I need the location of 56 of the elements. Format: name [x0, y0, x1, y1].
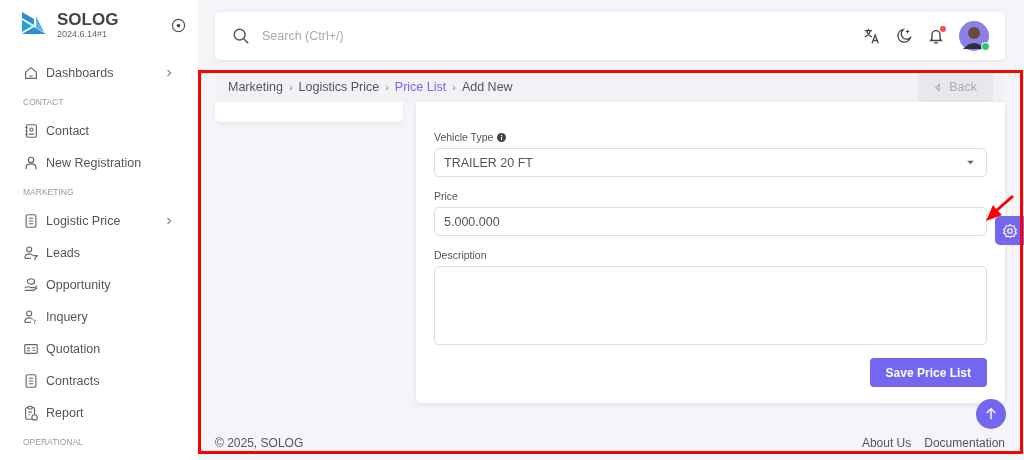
gear-icon: [1001, 222, 1018, 239]
footer-link[interactable]: Documentation: [924, 436, 1005, 450]
bell-icon[interactable]: [927, 27, 945, 45]
sidebar-item[interactable]: Contracts: [0, 365, 198, 397]
section-heading: OPERATIONAL: [22, 436, 84, 449]
person-filter-icon: [23, 245, 39, 261]
scroll-top-button[interactable]: [976, 399, 1006, 429]
breadcrumb-item: Logistics Price: [298, 80, 380, 94]
footer-link[interactable]: About Us: [861, 436, 912, 450]
sidebar-item[interactable]: Opportunity: [0, 269, 198, 301]
chevron-right-icon: [164, 216, 174, 226]
breadcrumb-link[interactable]: Price List: [394, 80, 447, 94]
sidebar-item[interactable]: Logistic Price: [0, 205, 198, 237]
sidebar-toggle-icon[interactable]: [171, 17, 186, 33]
field-label: Description: [434, 249, 487, 261]
search-icon: [232, 27, 250, 45]
card-icon: [23, 341, 39, 357]
section-heading: CONTACT: [22, 96, 65, 109]
hand-coin-icon: [23, 277, 39, 293]
version-text: 2024.6.14#1: [57, 29, 109, 39]
copyright-text: © 2025, SOLOG: [215, 436, 304, 450]
breadcrumb-separator: ›: [452, 81, 456, 93]
breadcrumb-separator: ›: [385, 81, 389, 93]
vehicle-type-select[interactable]: TRAILER 20 FT: [434, 148, 987, 177]
caret-down-icon: [966, 160, 975, 165]
sidebar-item[interactable]: Inquery: [0, 301, 198, 333]
save-button[interactable]: Save Price List: [869, 358, 987, 387]
settings-button[interactable]: [995, 216, 1024, 245]
sidebar-item[interactable]: Dashboards: [0, 57, 198, 89]
breadcrumb-separator: ›: [288, 81, 293, 93]
breadcrumb-item: Add New: [461, 80, 513, 94]
document-icon: [23, 213, 39, 229]
chevron-right-icon: [164, 68, 174, 78]
home-icon: [23, 65, 39, 81]
sidebar-item[interactable]: Quotation: [0, 333, 198, 365]
clipboard-clock-icon: [23, 405, 39, 421]
sidebar-item[interactable]: New Registration: [0, 147, 198, 179]
caret-left-icon: [934, 82, 942, 92]
person-question-icon: [23, 309, 39, 325]
sidebar-item[interactable]: Contact: [0, 115, 198, 147]
address-book-icon: [23, 123, 39, 139]
breadcrumb-item: Marketing: [228, 80, 283, 94]
price-input[interactable]: 5.000.000: [434, 207, 987, 236]
sidebar-item[interactable]: Leads: [0, 237, 198, 269]
moon-icon[interactable]: [895, 27, 913, 45]
sidebar-item[interactable]: Report: [0, 397, 198, 429]
section-heading: MARKETING: [22, 186, 75, 199]
search-field[interactable]: Search (Ctrl+/): [260, 28, 849, 44]
field-label: Price: [434, 190, 458, 202]
field-label: Vehicle Type: [434, 131, 494, 143]
avatar[interactable]: [959, 21, 989, 51]
document-icon: [23, 373, 39, 389]
person-icon: [23, 155, 39, 171]
arrow-up-icon: [984, 407, 998, 421]
translate-icon[interactable]: [863, 27, 881, 45]
brand-name: SOLOG: [57, 11, 120, 29]
